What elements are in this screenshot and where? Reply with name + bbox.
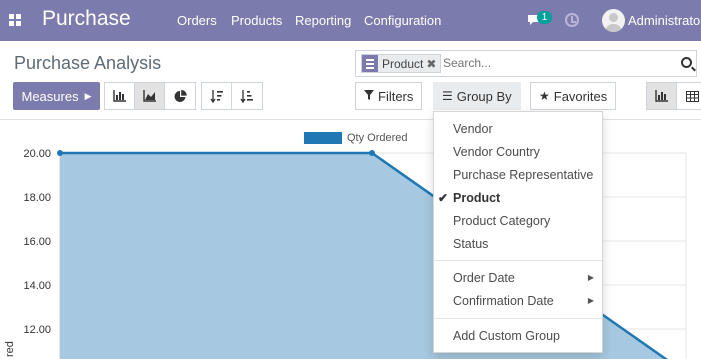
caret-right-icon: ▶ xyxy=(587,296,594,305)
divider xyxy=(434,260,602,261)
filters-button[interactable]: Filters xyxy=(355,82,423,110)
sort-group xyxy=(201,82,263,110)
menu-item-label: Product xyxy=(453,191,501,205)
group-by-product-category[interactable]: Product Category xyxy=(434,210,602,232)
group-by-product[interactable]: ✔ Product xyxy=(434,187,602,209)
top-navbar: Purchase Orders Products Reporting Confi… xyxy=(0,0,701,41)
group-by-button[interactable]: ☰ Group By xyxy=(433,82,521,110)
pie-chart-icon[interactable] xyxy=(165,83,195,109)
check-icon: ✔ xyxy=(438,191,449,205)
user-name[interactable]: Administrator xyxy=(628,13,701,28)
facet-remove-icon[interactable]: ✖ xyxy=(426,57,440,71)
apps-menu-icon[interactable] xyxy=(9,14,21,26)
graph-view-icon[interactable] xyxy=(647,83,677,109)
group-by-confirmation-date[interactable]: Confirmation Date ▶ xyxy=(434,290,602,312)
line-chart-icon[interactable] xyxy=(135,83,165,109)
measures-button[interactable]: Measures ▶ xyxy=(13,82,100,110)
group-by-status[interactable]: Status xyxy=(434,233,602,255)
menu-orders[interactable]: Orders xyxy=(177,13,217,28)
user-avatar[interactable] xyxy=(602,9,625,32)
sort-ascending-icon[interactable] xyxy=(232,83,262,109)
group-by-purchase-representative[interactable]: Purchase Representative xyxy=(434,164,602,186)
measures-label: Measures xyxy=(21,88,79,104)
control-panel: Purchase Analysis Product ✖ Measures ▶ xyxy=(0,41,701,120)
menu-item-label: Status xyxy=(453,237,489,251)
caret-right-icon: ▶ xyxy=(587,273,594,282)
y-tick-label: 20.00 xyxy=(23,148,51,160)
sort-descending-icon[interactable] xyxy=(202,83,232,109)
menu-item-label: Vendor Country xyxy=(453,145,540,159)
data-point xyxy=(57,150,63,156)
group-by-vendor-country[interactable]: Vendor Country xyxy=(434,141,602,163)
menu-item-label: Purchase Representative xyxy=(453,168,594,182)
search-input[interactable] xyxy=(443,56,663,70)
menu-item-label: Product Category xyxy=(453,214,551,228)
menu-item-label: Add Custom Group xyxy=(453,329,560,343)
list-icon: ☰ xyxy=(442,89,453,103)
bar-chart-icon[interactable] xyxy=(105,83,135,109)
add-custom-group[interactable]: Add Custom Group xyxy=(434,325,602,347)
y-tick-label: 18.00 xyxy=(23,192,51,204)
filters-label: Filters xyxy=(378,88,414,104)
y-tick-label: 16.00 xyxy=(23,236,51,248)
group-by-dropdown: Vendor Vendor Country Purchase Representat… xyxy=(433,111,603,353)
filter-icon xyxy=(364,89,374,103)
group-by-facet-icon xyxy=(362,55,378,72)
view-switcher xyxy=(646,82,701,110)
app-brand[interactable]: Purchase xyxy=(42,7,131,31)
menu-reporting[interactable]: Reporting xyxy=(295,13,351,28)
search-facet: Product ✖ xyxy=(361,54,442,73)
star-icon: ★ xyxy=(539,89,550,103)
notification-badge: 1 xyxy=(537,11,552,24)
activity-clock-icon[interactable] xyxy=(565,13,579,27)
favorites-label: Favorites xyxy=(553,88,608,104)
legend-label: Qty Ordered xyxy=(347,132,408,144)
menu-item-label: Confirmation Date xyxy=(453,294,554,308)
legend-swatch xyxy=(304,132,342,144)
data-point xyxy=(369,150,375,156)
search-icon[interactable] xyxy=(681,57,692,68)
caret-right-icon: ▶ xyxy=(84,90,92,101)
search-box[interactable]: Product ✖ xyxy=(355,50,697,77)
chart-type-group xyxy=(104,82,196,110)
group-by-order-date[interactable]: Order Date ▶ xyxy=(434,267,602,289)
facet-label: Product xyxy=(382,56,424,71)
favorites-button[interactable]: ★ Favorites xyxy=(530,82,617,110)
divider xyxy=(434,318,602,319)
group-by-label: Group By xyxy=(456,88,512,104)
y-tick-label: 14.00 xyxy=(23,280,51,292)
menu-item-label: Vendor xyxy=(453,122,493,136)
group-by-vendor[interactable]: Vendor xyxy=(434,118,602,140)
pivot-view-icon[interactable] xyxy=(677,83,701,109)
y-axis-label: red xyxy=(4,341,16,357)
page-title: Purchase Analysis xyxy=(14,53,162,73)
menu-item-label: Order Date xyxy=(453,271,515,285)
menu-products[interactable]: Products xyxy=(231,13,282,28)
menu-configuration[interactable]: Configuration xyxy=(364,13,441,28)
y-tick-label: 12.00 xyxy=(23,324,51,336)
